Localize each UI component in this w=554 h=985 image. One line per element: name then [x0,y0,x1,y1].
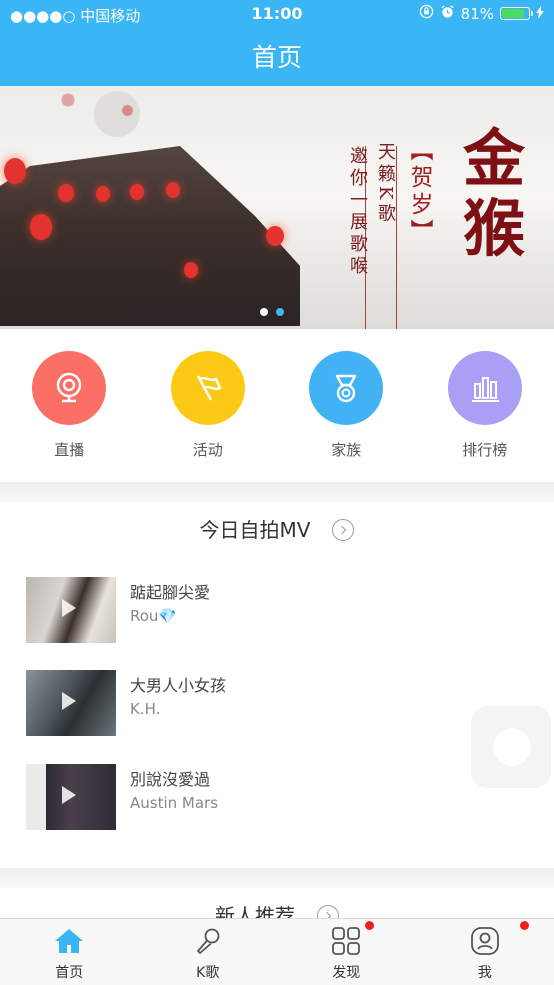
banner-pagination[interactable] [260,308,284,316]
tab-label: 发现 [332,965,361,981]
quick-menu: 直播 活动 家族 排行榜 [0,329,554,482]
tab-label: 首页 [55,965,84,981]
flag-icon[interactable] [170,351,245,425]
mv-section-header[interactable]: 今日自拍MV [0,514,554,543]
page-dot[interactable] [260,308,268,316]
lantern-decoration [166,182,180,198]
list-item[interactable]: 別說沒愛過 Austin Mars [26,764,526,834]
mv-author: Rou💎 [130,607,178,625]
status-bar: ●●●●○ 中国移动 11:00 81% [0,0,554,28]
lantern-decoration [266,226,284,246]
banner-slogan: 邀你一展歌喉 [347,146,368,278]
status-right: 81% [419,4,544,23]
rotation-lock-icon [419,4,434,23]
tab-me[interactable]: 我 [416,919,554,985]
play-icon [62,692,76,710]
alarm-icon [440,4,455,23]
microphone-icon [192,927,224,959]
promo-banner[interactable]: 邀你一展歌喉 天籁K歌 【贺岁】 金猴 [0,86,554,329]
section-divider [0,868,554,888]
mv-thumbnail[interactable] [26,577,116,643]
menu-item-events[interactable]: 活动 [139,329,278,482]
charging-icon [536,5,544,23]
mv-title: 大男人小女孩 [130,676,227,695]
lantern-decoration [96,186,110,202]
menu-label: 活动 [192,441,223,459]
section-title: 今日自拍MV [199,518,311,542]
page-dot-active[interactable] [276,308,284,316]
play-icon [62,599,76,617]
menu-item-family[interactable]: 家族 [277,329,416,482]
menu-item-live[interactable]: 直播 [0,329,139,482]
mv-thumbnail[interactable] [26,670,116,736]
menu-label: 直播 [54,441,85,459]
mv-author: Austin Mars [130,794,219,812]
lantern-decoration [4,158,26,184]
floating-assistive-button[interactable] [471,706,551,788]
lantern-decoration [30,214,52,240]
header-bar: ●●●●○ 中国移动 11:00 81% 首页 [0,0,554,86]
webcam-icon[interactable] [32,351,107,425]
battery-icon [500,7,533,20]
plum-branch-decoration [0,86,170,156]
lantern-decoration [130,184,144,200]
mv-title: 別說沒愛過 [130,770,211,789]
tab-home[interactable]: 首页 [0,919,139,985]
grid-icon [330,927,362,959]
list-item[interactable]: 大男人小女孩 K.H. [26,670,526,740]
tab-label: K歌 [196,965,220,981]
mv-title: 踮起腳尖愛 [130,583,211,602]
home-icon [53,927,85,959]
tab-karaoke[interactable]: K歌 [139,919,278,985]
section-divider [0,482,554,502]
menu-label: 排行榜 [462,441,508,459]
lantern-decoration [58,184,74,202]
page-title: 首页 [251,43,302,72]
notification-badge [519,921,529,930]
tab-bar: 首页 K歌 发现 我 [0,918,554,985]
tab-discover[interactable]: 发现 [277,919,416,985]
tab-label: 我 [477,965,492,981]
list-item[interactable]: 踮起腳尖愛 Rou💎 [26,577,526,647]
chevron-right-icon[interactable] [332,518,355,541]
banner-tag: 【贺岁】 [406,138,432,246]
profile-icon [469,927,501,959]
mv-author: K.H. [130,700,161,718]
menu-label: 家族 [331,441,362,459]
banner-headline: 金猴 [462,122,525,265]
banner-brand: 天籁K歌 [375,142,396,226]
notification-badge [365,921,374,930]
menu-item-ranking[interactable]: 排行榜 [416,329,554,482]
mv-thumbnail[interactable] [26,764,116,830]
bar-chart-icon[interactable] [447,351,522,425]
lantern-decoration [184,262,198,278]
battery-percent: 81% [460,4,494,23]
medal-icon[interactable] [309,351,384,425]
play-icon [62,786,76,804]
